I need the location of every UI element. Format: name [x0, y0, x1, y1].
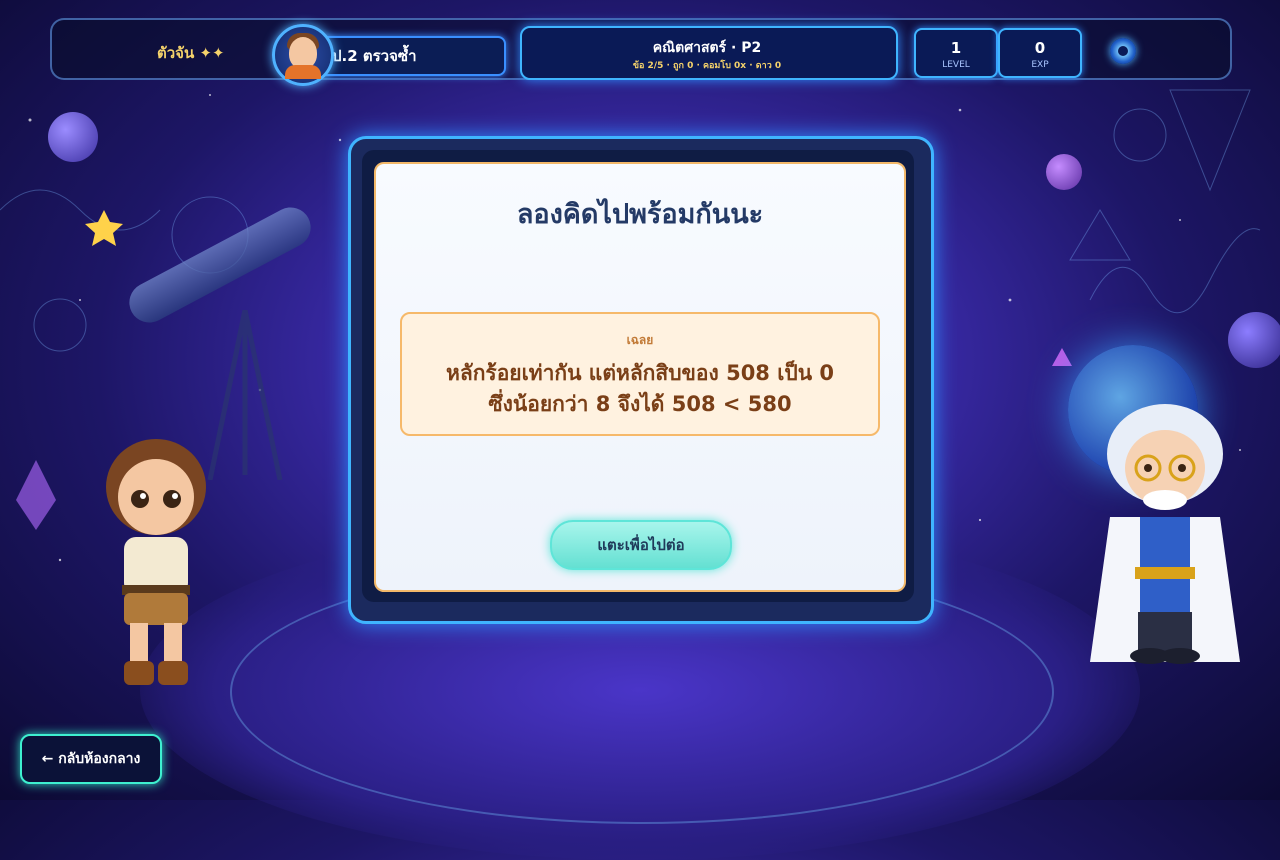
grade-label: ป.2 ตรวจซ้ำ: [332, 47, 417, 65]
settings-orb-icon[interactable]: [1110, 38, 1136, 64]
professor-character: [1090, 404, 1240, 664]
answer-label: เฉลย: [626, 333, 654, 347]
avatar-shirt: [285, 65, 321, 79]
student-avatar-icon[interactable]: [272, 24, 334, 86]
subject-title: คณิตศาสตร์ · P2: [652, 40, 762, 56]
planet-decoration: [48, 112, 98, 162]
continue-button[interactable]: แตะเพื่อไปต่อ: [550, 520, 732, 570]
world-label: ตัวจัน ✦✦: [157, 44, 225, 62]
answer-explanation-line1: หลักร้อยเท่ากัน แต่หลักสิบของ 508 เป็น 0: [445, 361, 835, 385]
exp-value: 0: [1034, 39, 1046, 57]
exp-label: EXP: [1031, 60, 1049, 70]
planet-decoration: [1046, 154, 1082, 190]
level-label: LEVEL: [942, 60, 970, 70]
answer-explanation-line2: ซึ่งน้อยกว่า 8 จึงได้ 508 < 580: [488, 392, 792, 416]
subject-progress: ข้อ 2/5 · ถูก 0 · คอมโบ 0x · ดาว 0: [632, 61, 782, 71]
level-value: 1: [950, 39, 962, 57]
back-to-hub-button[interactable]: ← กลับห้องกลาง: [20, 734, 162, 784]
planet-decoration: [1228, 312, 1280, 368]
student-character: [106, 439, 206, 685]
feedback-title: ลองคิดไปพร้อมกันนะ: [516, 199, 764, 230]
level-stat: 1 LEVEL: [914, 28, 998, 78]
exp-stat: 0 EXP: [998, 28, 1082, 78]
